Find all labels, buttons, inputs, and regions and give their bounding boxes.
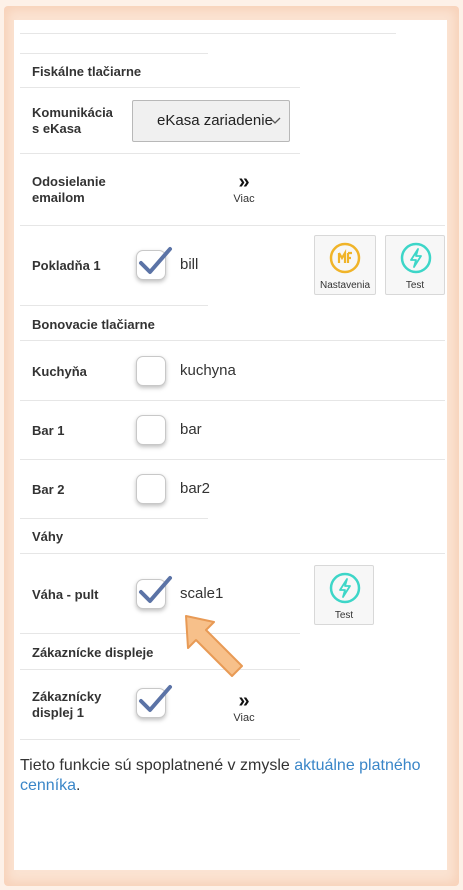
pointer-arrow-icon: [185, 615, 243, 677]
test-button[interactable]: Test: [385, 235, 445, 295]
display-more-button[interactable]: » Viac: [214, 690, 274, 724]
pricing-note-end: .: [76, 777, 81, 794]
receipt-printer-label: Bar 1: [32, 423, 65, 438]
scale-test-button-label: Test: [334, 610, 354, 621]
section-title-fiscal: Fiskálne tlačiarne: [32, 64, 142, 79]
settings-panel: Fiskálne tlačiarne Komunikácia s eKasa e…: [14, 20, 447, 870]
receipt-printer-device: bar: [180, 421, 202, 438]
settings-button-label: Nastavenia: [319, 280, 371, 291]
receipt-printer-checkbox[interactable]: [136, 415, 166, 445]
divider: [20, 33, 396, 34]
divider: [20, 305, 208, 306]
divider: [20, 739, 300, 740]
double-chevron-right-icon: »: [238, 690, 250, 712]
pokladna-label: Pokladňa 1: [32, 258, 101, 273]
pricing-note: Tieto funkcie sú spoplatnené v zmysle ak…: [20, 756, 440, 796]
lightning-icon: [329, 572, 361, 604]
email-label: Odosielanie emailom: [32, 174, 106, 205]
scale-device: scale1: [180, 585, 224, 602]
section-title-displays: Zákaznícke displeje: [32, 645, 154, 660]
double-chevron-right-icon: »: [238, 171, 250, 193]
checkmark-icon: [139, 576, 172, 603]
pricing-note-text: Tieto funkcie sú spoplatnené v zmysle: [20, 757, 295, 774]
receipt-printer-checkbox[interactable]: [136, 356, 166, 386]
divider: [20, 153, 300, 154]
receipt-printer-checkbox[interactable]: [136, 474, 166, 504]
divider: [20, 87, 300, 88]
divider: [20, 340, 445, 341]
display-checkbox[interactable]: [136, 685, 172, 718]
scale-label: Váha - pult: [32, 587, 99, 602]
scale-checkbox[interactable]: [136, 576, 172, 609]
scale-test-button[interactable]: Test: [314, 565, 374, 625]
receipt-printer-label: Kuchyňa: [32, 364, 87, 379]
divider: [20, 53, 208, 54]
ekasa-select-value: eKasa zariadenie: [157, 112, 273, 129]
divider: [20, 459, 445, 460]
settings-button[interactable]: Nastavenia: [314, 235, 376, 295]
more-label: Viac: [233, 193, 255, 205]
lightning-icon: [400, 242, 432, 274]
divider: [20, 553, 445, 554]
ekasa-select[interactable]: eKasa zariadenie: [132, 100, 290, 142]
more-label: Viac: [233, 712, 255, 724]
receipt-printer-label: Bar 2: [32, 482, 65, 497]
divider: [20, 633, 300, 634]
receipt-printer-device: bar2: [180, 480, 211, 497]
checkmark-icon: [139, 685, 172, 712]
display-label: Zákaznícky displej 1: [32, 689, 102, 720]
test-button-label: Test: [405, 280, 425, 291]
divider: [20, 669, 300, 670]
section-title-receipt: Bonovacie tlačiarne: [32, 317, 155, 332]
receipt-printer-device: kuchyna: [180, 362, 236, 379]
divider: [20, 225, 445, 226]
divider: [20, 518, 208, 519]
chevron-down-icon: [269, 117, 281, 124]
pokladna-device: bill: [180, 256, 199, 273]
divider: [20, 400, 445, 401]
section-title-scales: Váhy: [32, 529, 64, 544]
ekasa-label: Komunikácia s eKasa: [32, 105, 113, 136]
settings-logo-icon: [329, 242, 361, 274]
pokladna-checkbox[interactable]: [136, 247, 172, 280]
email-more-button[interactable]: » Viac: [214, 171, 274, 205]
checkmark-icon: [139, 247, 172, 274]
